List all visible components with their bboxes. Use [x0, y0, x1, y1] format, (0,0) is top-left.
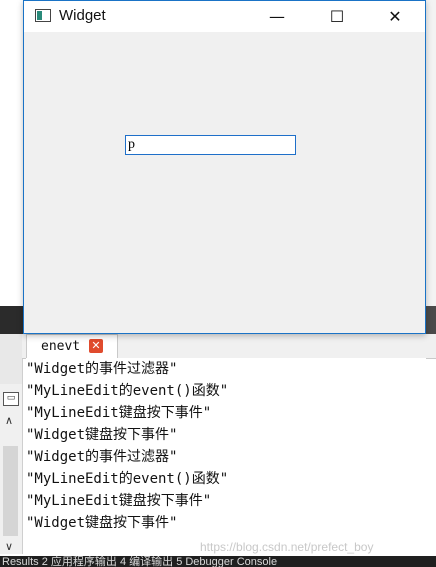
output-line: "Widget键盘按下事件": [26, 427, 178, 443]
output-line: "MyLineEdit的event()函数": [26, 383, 229, 399]
output-line: "MyLineEdit键盘按下事件": [26, 405, 212, 421]
output-tab-strip: enevt ✕: [22, 334, 436, 359]
tab-label: enevt: [41, 339, 81, 354]
output-line: "Widget键盘按下事件": [26, 515, 178, 531]
my-line-edit[interactable]: [125, 135, 296, 155]
editor-scrollbar[interactable]: [426, 0, 436, 310]
app-icon: [35, 9, 51, 22]
scroll-down-icon[interactable]: ∨: [5, 540, 13, 553]
widget-window: Widget — ☐ ✕: [23, 0, 426, 334]
output-line: "Widget的事件过滤器": [26, 361, 178, 377]
status-bar-text: Results 2 应用程序输出 4 编译输出 5 Debugger Conso…: [2, 556, 278, 567]
status-bar: Results 2 应用程序输出 4 编译输出 5 Debugger Conso…: [0, 556, 436, 567]
panel-menu-icon[interactable]: ▭: [3, 392, 19, 406]
tab-enevt[interactable]: enevt ✕: [26, 334, 118, 358]
application-output: "Widget的事件过滤器" "MyLineEdit的event()函数" "M…: [26, 358, 426, 554]
watermark: https://blog.csdn.net/prefect_boy: [200, 540, 374, 554]
close-icon[interactable]: ✕: [89, 339, 103, 353]
output-line: "Widget的事件过滤器": [26, 449, 178, 465]
close-button[interactable]: ✕: [372, 1, 418, 32]
output-line: "MyLineEdit键盘按下事件": [26, 493, 212, 509]
scroll-thumb[interactable]: [3, 446, 18, 536]
output-sidebar: ▭ ∧ ∨: [0, 334, 23, 554]
window-title: Widget: [59, 7, 106, 24]
maximize-button[interactable]: ☐: [314, 1, 360, 32]
title-bar[interactable]: Widget — ☐ ✕: [24, 1, 425, 32]
output-line: "MyLineEdit的event()函数": [26, 471, 229, 487]
minimize-button[interactable]: —: [254, 1, 300, 32]
scroll-up-icon[interactable]: ∧: [5, 414, 13, 427]
